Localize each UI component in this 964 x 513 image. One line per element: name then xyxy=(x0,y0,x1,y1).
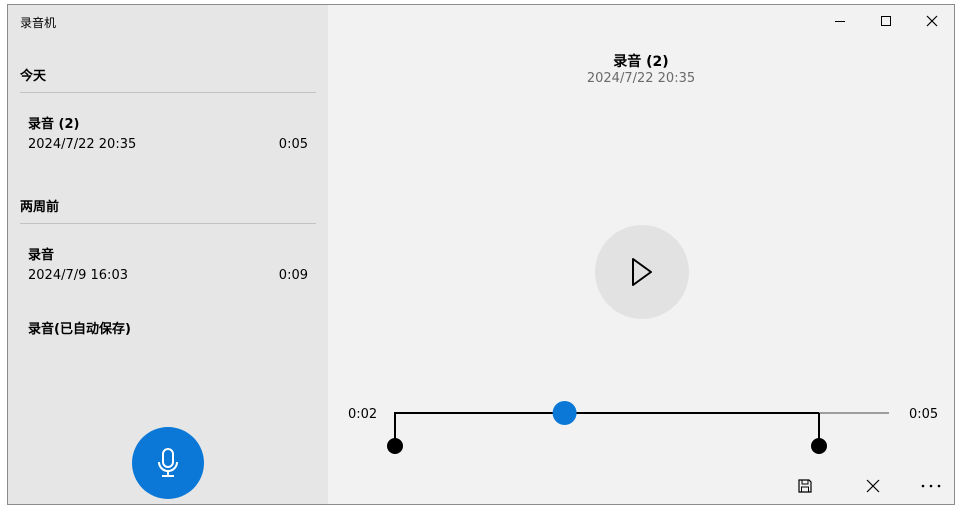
maximize-icon xyxy=(881,16,891,26)
recording-duration: 0:05 xyxy=(278,137,308,152)
trim-end-handle[interactable] xyxy=(811,438,827,454)
recording-item[interactable]: 录音 2024/7/9 16:03 0:09 xyxy=(28,244,308,283)
maximize-button[interactable] xyxy=(863,5,909,37)
minimize-icon xyxy=(835,21,845,22)
recording-item[interactable]: 录音 (2) 2024/7/22 20:35 0:05 xyxy=(28,113,308,152)
recording-name: 录音(已自动保存) xyxy=(28,322,131,337)
recording-date: 2024/7/9 16:03 xyxy=(28,268,128,283)
recording-title: 录音 (2) xyxy=(613,54,669,70)
save-button[interactable] xyxy=(785,471,825,501)
recording-meta: 2024/7/22 20:35 0:05 xyxy=(28,137,308,152)
recording-meta: 2024/7/9 16:03 0:09 xyxy=(28,268,308,283)
recording-name: 录音 (2) xyxy=(28,117,80,132)
cancel-trim-button[interactable] xyxy=(853,471,893,501)
save-icon xyxy=(798,479,812,493)
recordings-sidebar: 录音机 今天 录音 (2) 2024/7/22 20:35 0:05 两周前 录… xyxy=(8,5,328,504)
recording-date: 2024/7/22 20:35 xyxy=(586,71,696,86)
record-button[interactable] xyxy=(132,427,204,499)
recording-detail-pane: 录音 (2) 2024/7/22 20:35 0:02 0:05 xyxy=(328,5,954,504)
close-icon xyxy=(866,479,880,493)
trim-start-handle[interactable] xyxy=(387,438,403,454)
recording-duration: 0:09 xyxy=(278,268,308,283)
more-button[interactable] xyxy=(911,471,951,501)
recording-date: 2024/7/22 20:35 xyxy=(28,137,137,152)
close-icon xyxy=(926,15,938,27)
app-title: 录音机 xyxy=(20,16,57,30)
app-window: 录音机 今天 录音 (2) 2024/7/22 20:35 0:05 两周前 录… xyxy=(7,4,955,505)
play-icon xyxy=(632,258,652,286)
recording-name: 录音 xyxy=(28,248,55,263)
play-button[interactable] xyxy=(595,225,689,319)
microphone-icon xyxy=(158,448,178,477)
trim-timeline[interactable] xyxy=(328,395,955,465)
playhead-thumb[interactable] xyxy=(552,401,577,425)
minimize-button[interactable] xyxy=(817,5,863,37)
more-icon xyxy=(921,484,941,488)
group-header-two-weeks-ago: 两周前 xyxy=(20,196,316,224)
close-window-button[interactable] xyxy=(909,5,954,37)
recording-item[interactable]: 录音(已自动保存) xyxy=(28,318,308,337)
group-header-today: 今天 xyxy=(20,65,316,93)
